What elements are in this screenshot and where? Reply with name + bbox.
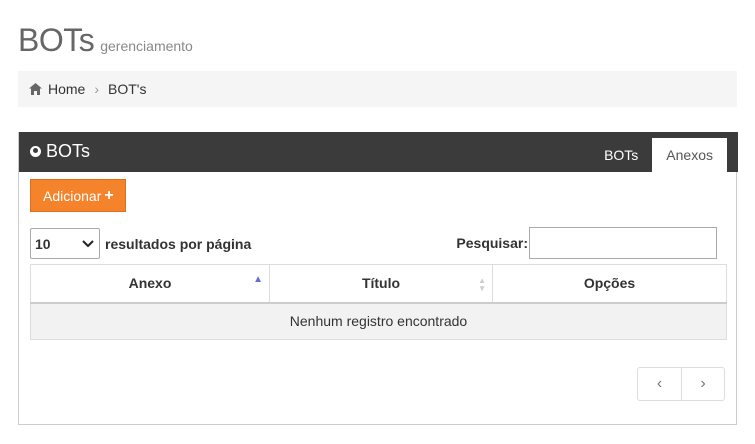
add-button[interactable]: Adicionar + (30, 179, 126, 212)
panel-title-text: BOTs (46, 141, 91, 161)
sort-asc-icon: ▲ (253, 274, 263, 285)
chevron-right-icon: › (94, 81, 100, 97)
page-header: BOTs gerenciamento (18, 22, 193, 59)
search-input[interactable] (529, 227, 717, 259)
attachments-table: Anexo ▲ Título ▲ ▼ Opções Nenhum registro… (30, 264, 727, 340)
column-header-opcoes: Opções (492, 264, 727, 304)
chevron-down-icon (82, 239, 94, 247)
page-subtitle: gerenciamento (100, 38, 193, 54)
breadcrumb-current: BOT's (108, 81, 147, 97)
sort-both-icon: ▲ ▼ (478, 276, 486, 293)
table-header-row: Anexo ▲ Título ▲ ▼ Opções (30, 264, 727, 304)
page-length-control: 10 resultados por página (30, 228, 251, 259)
bots-panel: BOTs BOTs Anexos Adicionar + 10 resultad… (18, 132, 738, 425)
search-label: Pesquisar: (456, 235, 528, 251)
add-button-label: Adicionar (43, 187, 102, 204)
tab-anexos[interactable]: Anexos (652, 138, 727, 172)
search-control: Pesquisar: (456, 227, 717, 259)
table-row: Nenhum registro encontrado (30, 302, 727, 340)
panel-tabs: BOTs Anexos (590, 138, 727, 172)
panel-header: BOTs BOTs Anexos (19, 132, 738, 172)
next-page-button[interactable]: › (681, 368, 724, 400)
page-title: BOTs (18, 22, 95, 58)
previous-page-button[interactable]: ‹ (638, 368, 681, 400)
plus-icon: + (104, 186, 114, 204)
page-length-value: 10 (35, 235, 51, 252)
pagination: ‹ › (637, 367, 725, 401)
home-icon (29, 83, 42, 95)
globe-icon (30, 146, 41, 157)
breadcrumb: Home › BOT's (18, 71, 737, 107)
tab-bots[interactable]: BOTs (590, 138, 652, 172)
breadcrumb-home-link[interactable]: Home (48, 81, 85, 97)
panel-title: BOTs (30, 141, 90, 162)
page-length-label: resultados por página (105, 235, 252, 252)
page-length-select[interactable]: 10 (30, 228, 100, 259)
column-header-titulo[interactable]: Título ▲ ▼ (269, 264, 493, 304)
column-header-anexo[interactable]: Anexo ▲ (30, 264, 270, 304)
empty-message: Nenhum registro encontrado (30, 302, 727, 340)
